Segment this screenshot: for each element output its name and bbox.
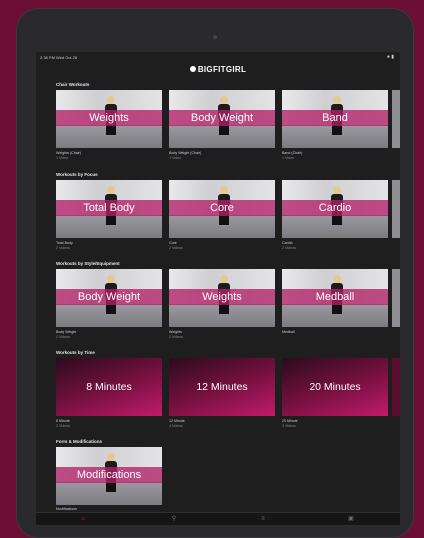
search-icon[interactable]: ⚲ bbox=[169, 515, 179, 523]
card-caption: Weights 2 Videos bbox=[169, 330, 183, 339]
card-8-minutes[interactable]: 8 Minutes bbox=[56, 358, 162, 416]
logo-mark-icon bbox=[189, 65, 196, 72]
card-label: 8 Minutes bbox=[86, 381, 132, 393]
section-title-time: Workouts by Time bbox=[56, 350, 95, 355]
card-label: Weights bbox=[89, 112, 129, 124]
card-caption: 12 Minute 4 Videos bbox=[169, 419, 185, 428]
card-12-minutes[interactable]: 12 Minutes bbox=[169, 358, 275, 416]
card-body-weight-chair[interactable]: Body Weight bbox=[169, 90, 275, 148]
card-caption: Weights (Chair) 1 Video bbox=[56, 151, 81, 160]
app-screen: 2:38 PM Wed Oct 26 ● ▮ BIGFITGIRL Chair … bbox=[36, 52, 400, 525]
section-title-chair: Chair Workouts bbox=[56, 82, 90, 87]
card-weights-chair[interactable]: Weights bbox=[56, 90, 162, 148]
section-title-form: Form & Modifications bbox=[56, 439, 102, 444]
logo-text: BIGFITGIRL bbox=[197, 65, 247, 74]
card-caption: Medball bbox=[282, 330, 295, 334]
card-label: 12 Minutes bbox=[196, 381, 248, 393]
card-caption: Cardio 2 Videos bbox=[282, 241, 296, 250]
card-caption: Band (Chair) 1 Video bbox=[282, 151, 303, 160]
card-body-weight[interactable]: Body Weight bbox=[56, 269, 162, 327]
card-cardio[interactable]: Cardio bbox=[282, 180, 388, 238]
card-caption: Core 2 Videos bbox=[169, 241, 183, 250]
status-indicators: ● ▮ bbox=[386, 54, 394, 60]
status-bar: 2:38 PM Wed Oct 26 ● ▮ bbox=[36, 52, 400, 62]
card-label: Cardio bbox=[318, 202, 352, 214]
card-peek bbox=[392, 180, 400, 238]
card-caption: Body Weight (Chair) 1 Video bbox=[169, 151, 202, 160]
card-label: Total Body bbox=[83, 202, 135, 214]
card-label: Body Weight bbox=[190, 112, 254, 124]
card-label: Medball bbox=[315, 291, 355, 303]
card-caption: Total Body 2 Videos bbox=[56, 241, 73, 250]
card-caption: 20 Minute 3 Videos bbox=[282, 419, 298, 428]
card-peek bbox=[392, 90, 400, 148]
card-weights[interactable]: Weights bbox=[169, 269, 275, 327]
profile-icon[interactable]: ▣ bbox=[346, 515, 356, 523]
card-label: Body Weight bbox=[77, 291, 141, 303]
camera-dot bbox=[213, 35, 217, 39]
tab-bar: ⌂ ⚲ ≡ ▣ bbox=[36, 512, 400, 525]
app-logo: BIGFITGIRL bbox=[36, 65, 400, 74]
card-caption: Body Weight 2 Videos bbox=[56, 330, 77, 339]
card-20-minutes[interactable]: 20 Minutes bbox=[282, 358, 388, 416]
library-icon[interactable]: ≡ bbox=[258, 515, 268, 523]
card-medball[interactable]: Medball bbox=[282, 269, 388, 327]
section-title-focus: Workouts by Focus bbox=[56, 172, 98, 177]
card-core[interactable]: Core bbox=[169, 180, 275, 238]
card-total-body[interactable]: Total Body bbox=[56, 180, 162, 238]
card-modifications[interactable]: Modifications bbox=[56, 447, 162, 505]
card-caption: 8 Minute 3 Videos bbox=[56, 419, 70, 428]
card-label: Band bbox=[322, 112, 348, 124]
status-time: 2:38 PM Wed Oct 26 bbox=[40, 55, 78, 60]
card-peek bbox=[392, 269, 400, 327]
card-label: Core bbox=[210, 202, 234, 214]
card-peek bbox=[392, 358, 400, 416]
card-label: 20 Minutes bbox=[309, 381, 361, 393]
home-icon[interactable]: ⌂ bbox=[78, 515, 88, 523]
section-title-style: Workouts by Style/Equipment bbox=[56, 261, 120, 266]
card-band-chair[interactable]: Band bbox=[282, 90, 388, 148]
card-label: Weights bbox=[202, 291, 242, 303]
card-label: Modifications bbox=[76, 469, 142, 481]
